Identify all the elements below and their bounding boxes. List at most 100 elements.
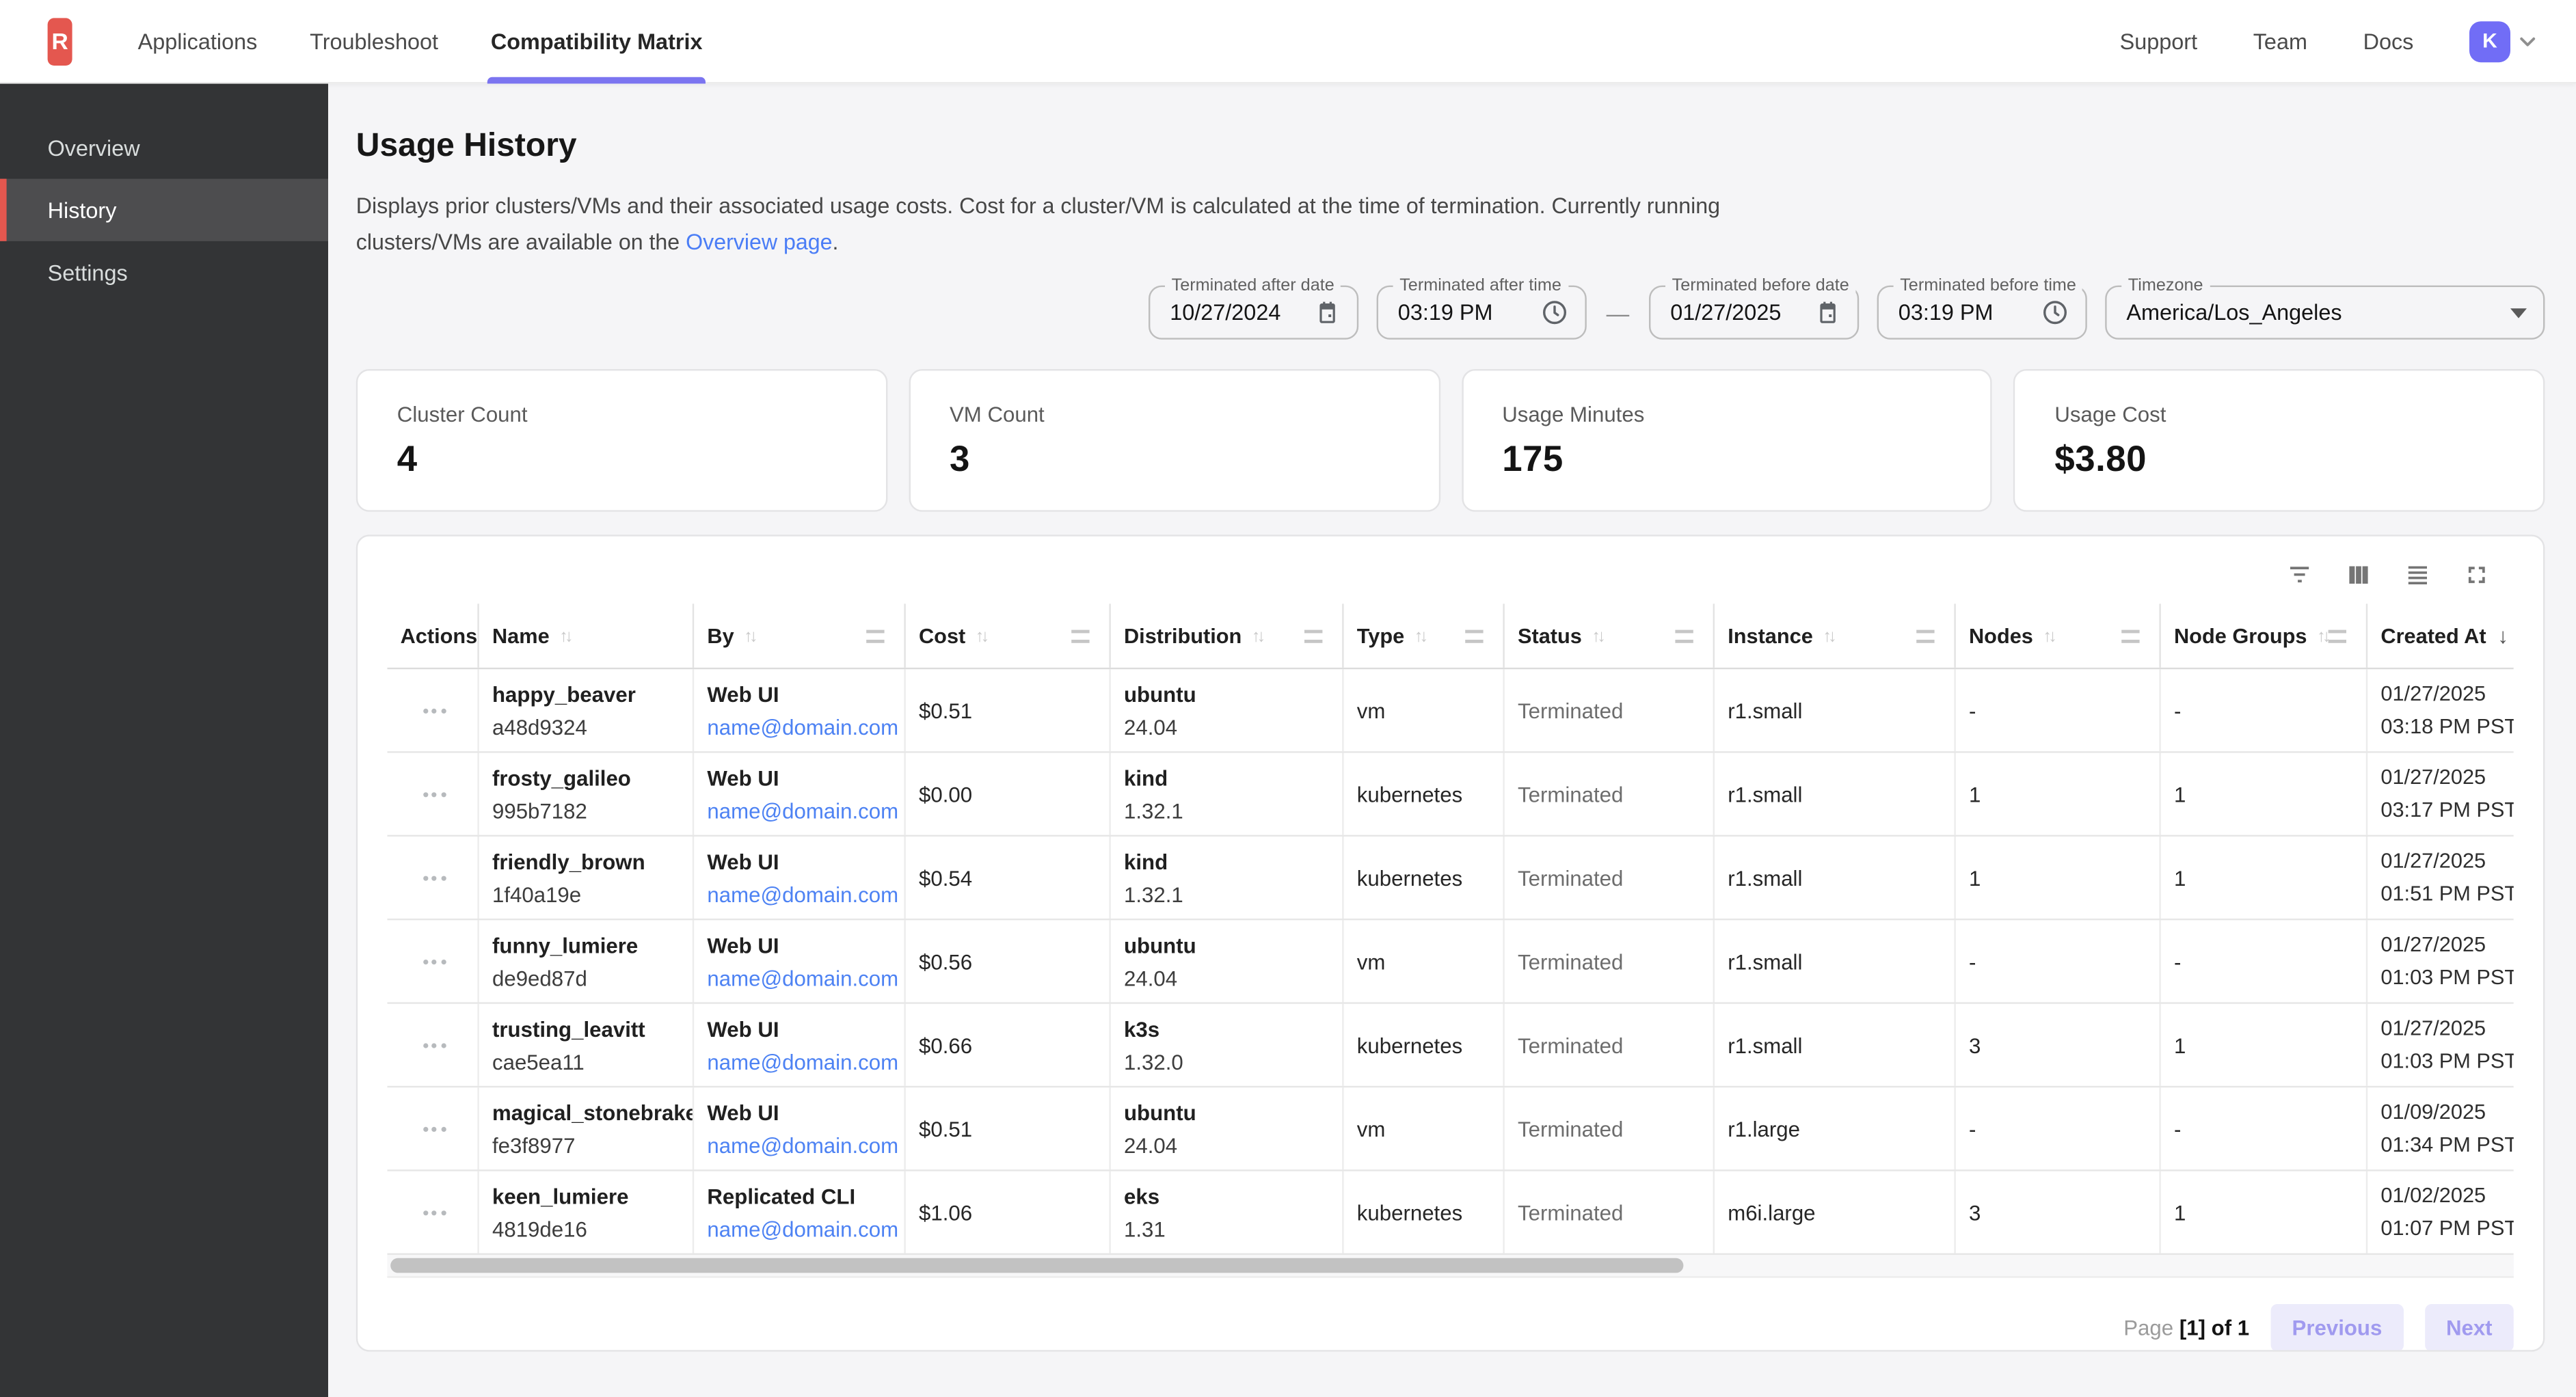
sort-desc-icon[interactable]: ↓ — [2497, 624, 2508, 649]
stat-cards: Cluster Count 4 VM Count 3 Usage Minutes… — [356, 370, 2545, 513]
email-link[interactable]: name@domain.com — [707, 1133, 894, 1158]
calendar-icon[interactable] — [1314, 300, 1340, 326]
nav-link-docs[interactable]: Docs — [2363, 0, 2414, 83]
column-header-name[interactable]: Name↑↓ — [479, 604, 694, 668]
column-header-instance[interactable]: Instance↑↓ — [1715, 604, 1956, 668]
ellipsis-icon — [422, 1210, 446, 1215]
row-actions-button[interactable] — [387, 921, 479, 1003]
nav-link-team[interactable]: Team — [2253, 0, 2307, 83]
row-actions-button[interactable] — [387, 1088, 479, 1170]
cell-type: vm — [1344, 670, 1505, 752]
pagination: Page [1] of 1 Previous Next — [358, 1278, 2543, 1352]
column-header-by[interactable]: By↑↓ — [694, 604, 906, 668]
replicated-logo[interactable]: R — [48, 17, 72, 65]
table-row: magical_stonebrakerfe3f8977 Web UIname@d… — [387, 1088, 2513, 1171]
description-period: . — [833, 230, 839, 254]
sort-icon[interactable]: ↑↓ — [1252, 626, 1263, 646]
next-page-button[interactable]: Next — [2425, 1305, 2514, 1353]
user-menu[interactable]: K — [2469, 21, 2540, 62]
row-actions-button[interactable] — [387, 1171, 479, 1253]
column-header-nodes[interactable]: Nodes↑↓ — [1956, 604, 2161, 668]
column-header-status[interactable]: Status↑↓ — [1505, 604, 1715, 668]
overview-page-link[interactable]: Overview page — [686, 230, 832, 254]
cell-distribution: eks1.31 — [1111, 1171, 1344, 1253]
clock-icon[interactable] — [2041, 299, 2069, 327]
cell-instance: r1.small — [1715, 837, 1956, 919]
calendar-icon[interactable] — [1814, 300, 1840, 326]
sort-icon[interactable]: ↑↓ — [1823, 626, 1834, 646]
data-grid: Actions Name↑↓ By↑↓ Cost↑↓ Distribution↑… — [387, 604, 2513, 1256]
ellipsis-icon — [422, 708, 446, 713]
column-header-node-groups[interactable]: Node Groups↑↓ — [2161, 604, 2367, 668]
column-menu-icon[interactable] — [1675, 629, 1693, 642]
column-menu-icon[interactable] — [2121, 629, 2139, 642]
sort-icon[interactable]: ↑↓ — [1414, 626, 1425, 646]
cell-cost: $0.56 — [906, 921, 1111, 1003]
row-actions-button[interactable] — [387, 837, 479, 919]
column-header-created-at[interactable]: Created At↓ — [2367, 604, 2514, 668]
sort-icon[interactable]: ↑↓ — [744, 626, 755, 646]
column-header-cost[interactable]: Cost↑↓ — [906, 604, 1111, 668]
cell-instance: r1.small — [1715, 670, 1956, 752]
fullscreen-icon[interactable] — [2463, 561, 2491, 589]
filter-icon[interactable] — [2285, 561, 2313, 589]
density-icon[interactable] — [2404, 561, 2432, 589]
horizontal-scrollbar[interactable] — [387, 1256, 2513, 1279]
sort-icon[interactable]: ↑↓ — [2043, 626, 2054, 646]
column-menu-icon[interactable] — [1304, 629, 1322, 642]
cell-type: vm — [1344, 1088, 1505, 1170]
terminated-before-time-input[interactable]: Terminated before time 03:19 PM — [1877, 286, 2087, 340]
ellipsis-icon — [422, 876, 446, 880]
clock-icon[interactable] — [1541, 299, 1569, 327]
column-menu-icon[interactable] — [1465, 629, 1483, 642]
cell-cost: $0.51 — [906, 670, 1111, 752]
cell-name: frosty_galileo995b7182 — [479, 753, 694, 835]
cell-name: friendly_brown1f40a19e — [479, 837, 694, 919]
stat-value: 175 — [1502, 438, 1951, 480]
timezone-select[interactable]: Timezone America/Los_Angeles — [2105, 286, 2545, 340]
stat-card-vm-count: VM Count 3 — [909, 370, 1440, 513]
email-link[interactable]: name@domain.com — [707, 798, 894, 823]
column-menu-icon[interactable] — [1916, 629, 1934, 642]
sidebar-item-overview[interactable]: Overview — [0, 116, 328, 178]
terminated-before-date-input[interactable]: Terminated before date 01/27/2025 — [1649, 286, 1859, 340]
column-menu-icon[interactable] — [2329, 629, 2346, 642]
nav-tab-compatibility-matrix[interactable]: Compatibility Matrix — [491, 0, 703, 83]
row-actions-button[interactable] — [387, 753, 479, 835]
email-link[interactable]: name@domain.com — [707, 1217, 894, 1241]
email-link[interactable]: name@domain.com — [707, 1049, 894, 1074]
scrollbar-thumb[interactable] — [390, 1258, 1683, 1273]
column-header-type[interactable]: Type↑↓ — [1344, 604, 1505, 668]
cell-distribution: kind1.32.1 — [1111, 837, 1344, 919]
top-navigation-bar: R Applications Troubleshoot Compatibilit… — [0, 0, 2576, 83]
row-actions-button[interactable] — [387, 1004, 479, 1086]
sort-icon[interactable]: ↑↓ — [1592, 626, 1602, 646]
column-header-distribution[interactable]: Distribution↑↓ — [1111, 604, 1344, 668]
cell-status: Terminated — [1505, 921, 1715, 1003]
sort-icon[interactable]: ↑↓ — [559, 626, 570, 646]
avatar[interactable]: K — [2469, 21, 2510, 62]
caret-down-icon — [2510, 308, 2527, 318]
email-link[interactable]: name@domain.com — [707, 715, 894, 740]
terminated-after-time-input[interactable]: Terminated after time 03:19 PM — [1377, 286, 1587, 340]
columns-icon[interactable] — [2345, 561, 2373, 589]
nav-link-support[interactable]: Support — [2120, 0, 2198, 83]
sort-icon[interactable]: ↑↓ — [2317, 626, 2328, 646]
ellipsis-icon — [422, 792, 446, 797]
topbar-right-group: Support Team Docs K — [2120, 0, 2540, 83]
sort-icon[interactable]: ↑↓ — [976, 626, 987, 646]
nav-tab-troubleshoot[interactable]: Troubleshoot — [310, 0, 438, 83]
nav-tab-applications[interactable]: Applications — [138, 0, 258, 83]
cell-cost: $0.54 — [906, 837, 1111, 919]
sidebar-item-history[interactable]: History — [0, 179, 328, 241]
sidebar-item-settings[interactable]: Settings — [0, 241, 328, 303]
cell-node-groups: 1 — [2161, 1171, 2367, 1253]
previous-page-button[interactable]: Previous — [2270, 1305, 2403, 1353]
column-menu-icon[interactable] — [1071, 629, 1089, 642]
email-link[interactable]: name@domain.com — [707, 882, 894, 907]
row-actions-button[interactable] — [387, 670, 479, 752]
page-indicator: Page [1] of 1 — [2123, 1316, 2249, 1340]
email-link[interactable]: name@domain.com — [707, 966, 894, 990]
terminated-after-date-input[interactable]: Terminated after date 10/27/2024 — [1149, 286, 1358, 340]
column-menu-icon[interactable] — [866, 629, 884, 642]
